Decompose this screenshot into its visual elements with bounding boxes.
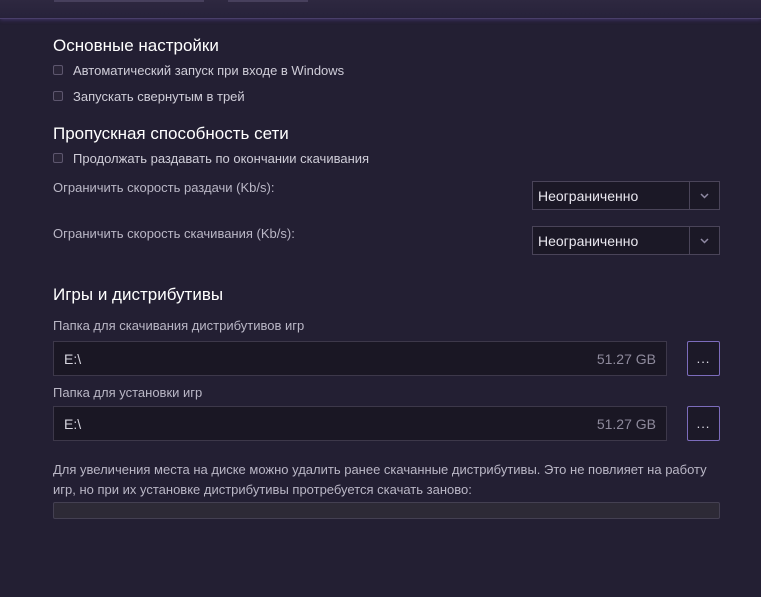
download-folder-path: E:\	[64, 350, 82, 367]
section-title-games: Игры и дистрибутивы	[53, 285, 224, 304]
start-minimized-label: Запускать свернутым в трей	[73, 88, 245, 104]
upload-limit-value: Неограниченно	[538, 187, 639, 204]
download-limit-value: Неограниченно	[538, 232, 639, 249]
seed-after-label: Продолжать раздавать по окончании скачив…	[73, 150, 370, 166]
start-minimized-checkbox-row[interactable]: Запускать свернутым в трей	[53, 87, 245, 105]
autostart-checkbox[interactable]	[53, 65, 63, 75]
install-folder-label: Папка для установки игр	[53, 385, 203, 400]
download-folder-field[interactable]: E:\ 51.27 GB	[53, 341, 667, 376]
cleanup-note: Для увеличения места на диске можно удал…	[53, 462, 707, 497]
cleanup-progress-bar	[53, 502, 720, 519]
download-folder-browse-button[interactable]: ...	[687, 341, 720, 376]
chevron-down-icon[interactable]	[689, 182, 719, 209]
download-limit-label: Ограничить скорость скачивания (Kb/s):	[53, 226, 295, 241]
install-folder-browse-button[interactable]: ...	[687, 406, 720, 441]
tab-indicator	[54, 0, 204, 2]
window-top-bar	[0, 0, 761, 19]
tab-indicator	[228, 0, 308, 2]
section-title-network: Пропускная способность сети	[53, 124, 289, 143]
download-folder-label: Папка для скачивания дистрибутивов игр	[53, 318, 305, 333]
chevron-down-icon[interactable]	[689, 227, 719, 254]
start-minimized-checkbox[interactable]	[53, 91, 63, 101]
download-limit-select[interactable]: Неограниченно	[532, 226, 720, 255]
seed-after-checkbox-row[interactable]: Продолжать раздавать по окончании скачив…	[53, 149, 369, 167]
autostart-checkbox-row[interactable]: Автоматический запуск при входе в Window…	[53, 61, 344, 79]
seed-after-checkbox[interactable]	[53, 153, 63, 163]
section-title-basic: Основные настройки	[53, 36, 219, 55]
autostart-label: Автоматический запуск при входе в Window…	[73, 62, 345, 78]
install-folder-path: E:\	[64, 415, 82, 432]
install-folder-field[interactable]: E:\ 51.27 GB	[53, 406, 667, 441]
upload-limit-label: Ограничить скорость раздачи (Kb/s):	[53, 180, 275, 195]
download-folder-free-space: 51.27 GB	[596, 350, 656, 367]
install-folder-free-space: 51.27 GB	[596, 415, 656, 432]
upload-limit-select[interactable]: Неограниченно	[532, 181, 720, 210]
